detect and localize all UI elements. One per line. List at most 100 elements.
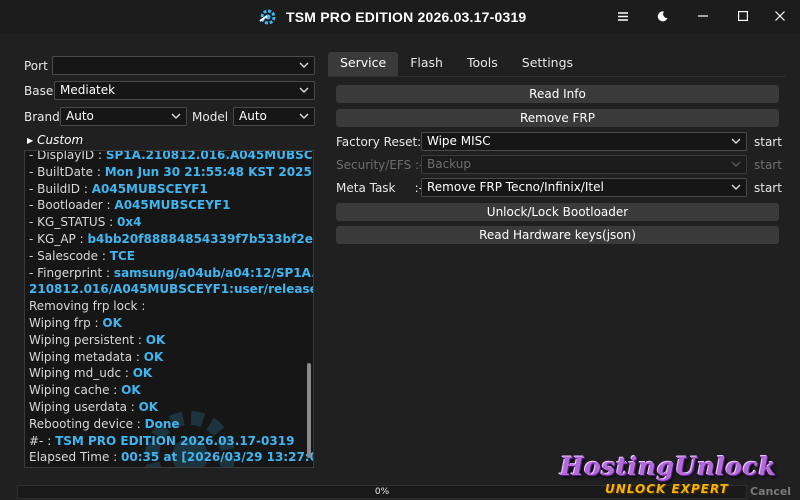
minimize-button[interactable] (690, 5, 716, 27)
factory-reset-select[interactable]: Wipe MISC (421, 132, 747, 151)
minimize-icon (698, 15, 708, 17)
log-line: Wiping userdata : OK (29, 399, 313, 416)
chevron-down-icon (299, 87, 309, 93)
log-line: Wiping cache : OK (29, 382, 313, 399)
log-line: Removing frp lock : (29, 298, 313, 315)
log-line: Wiping metadata : OK (29, 349, 313, 366)
base-value: Mediatek (60, 83, 116, 97)
remove-frp-button[interactable]: Remove FRP (336, 109, 779, 127)
base-label: Base (24, 84, 54, 98)
log-key: - KG_STATUS : (29, 215, 118, 230)
factory-reset-label: Factory Reset:- (336, 135, 426, 149)
security-efs-select[interactable]: Backup (421, 155, 747, 174)
base-select[interactable]: Mediatek (54, 81, 315, 100)
model-value: Auto (239, 109, 267, 123)
log-line: - Salescode : TCE (29, 248, 313, 265)
read-info-button[interactable]: Read Info (336, 85, 779, 103)
security-efs-value: Backup (427, 157, 471, 171)
meta-task-select[interactable]: Remove FRP Tecno/Infinix/Itel (421, 178, 747, 197)
tab-service[interactable]: Service (328, 52, 399, 76)
log-key: Rebooting device : (29, 416, 145, 431)
window-title: TSM PRO EDITION 2026.03.17-0319 (286, 9, 527, 25)
log-value: TSM PRO EDITION 2026.03.17-0319 (55, 433, 295, 448)
log-value: OK (138, 399, 159, 414)
log-line: Elapsed Time : 00:35 at [2026/03/29 13:2… (29, 449, 314, 466)
log-lines: - DisplayID : SP1A.210812.016.A045MUBSCE… (29, 150, 314, 466)
log-value: b4bb20f88884854339f7b533bf2efaed (87, 231, 313, 246)
brand-select[interactable]: Auto (60, 107, 187, 126)
log-value: Done (144, 416, 180, 431)
tab-settings[interactable]: Settings (510, 52, 585, 76)
menu-button[interactable] (610, 5, 636, 27)
custom-label: Custom (37, 133, 84, 147)
log-value: samsung/a04ub/a04:12/SP1A. (113, 265, 314, 280)
log-value: 0x4 (117, 215, 142, 230)
log-line: - Bootloader : A045MUBSCEYF1 (29, 197, 313, 214)
log-key: - Bootloader : (29, 198, 115, 213)
caret-right-icon: ▶ (27, 135, 34, 145)
brand-value: Auto (66, 109, 94, 123)
factory-reset-value: Wipe MISC (427, 134, 491, 148)
log-line: - KG_AP : b4bb20f88884854339f7b533bf2efa… (29, 231, 313, 248)
chevron-down-icon (171, 113, 181, 119)
tab-bar: Service Flash Tools Settings (328, 52, 585, 76)
log-key: - Fingerprint : (29, 265, 114, 280)
log-key: - DisplayID : (29, 150, 106, 162)
log-line: #- : TSM PRO EDITION 2026.03.17-0319 (29, 433, 313, 450)
chevron-down-icon (731, 138, 741, 144)
factory-reset-start[interactable]: start (754, 135, 782, 149)
tab-flash[interactable]: Flash (398, 52, 455, 76)
security-efs-start[interactable]: start (754, 158, 782, 172)
tsm-logo-icon (259, 9, 276, 25)
meta-task-label: Meta Task :- (336, 181, 423, 195)
log-value: OK (102, 315, 122, 330)
hostingunlock-watermark: HostingUnlock UNLOCK EXPERT (560, 452, 790, 498)
meta-task-value: Remove FRP Tecno/Infinix/Itel (427, 180, 604, 194)
log-panel[interactable]: - DisplayID : SP1A.210812.016.A045MUBSCE… (24, 150, 314, 468)
log-value: 00:35 at [2026/03/29 13:27:06] (121, 450, 314, 465)
menu-icon (618, 11, 628, 21)
meta-task-start[interactable]: start (754, 181, 782, 195)
watermark-expert: EXPERT (671, 482, 729, 496)
model-select[interactable]: Auto (233, 107, 315, 126)
log-line: - BuildID : A045MUBSCEYF1 (29, 181, 313, 198)
log-key: Elapsed Time : (29, 450, 121, 465)
log-key: - Salescode : (29, 248, 110, 263)
log-key: Wiping frp : (29, 315, 103, 330)
log-key: - KG_AP : (29, 231, 88, 246)
maximize-icon (738, 11, 748, 21)
unlock-bootloader-button[interactable]: Unlock/Lock Bootloader (336, 203, 779, 221)
model-label: Model (192, 110, 229, 124)
log-line: - DisplayID : SP1A.210812.016.A045MUBSCE… (29, 150, 313, 164)
title-area: TSM PRO EDITION 2026.03.17-0319 (258, 7, 526, 27)
tab-divider (328, 76, 786, 77)
theme-toggle-button[interactable] (649, 5, 675, 27)
port-select[interactable] (52, 56, 315, 75)
moon-icon (657, 10, 667, 21)
log-value: OK (143, 349, 164, 364)
log-line: Wiping md_udc : OK (29, 365, 313, 382)
chevron-down-icon (299, 62, 309, 68)
log-value: Mon Jun 30 21:55:48 KST 2025 (104, 164, 312, 179)
log-value: OK (145, 332, 166, 347)
watermark-unlock: UNLOCK (605, 482, 667, 496)
maximize-button[interactable] (730, 5, 756, 27)
log-value: OK (132, 366, 153, 381)
custom-expander[interactable]: ▶ Custom (27, 133, 83, 147)
tab-tools[interactable]: Tools (455, 52, 510, 76)
log-value: OK (121, 383, 141, 398)
log-line: - BuiltDate : Mon Jun 30 21:55:48 KST 20… (29, 164, 313, 181)
watermark-line2: UNLOCK EXPERT (605, 482, 729, 496)
brand-label: Brand (24, 110, 60, 124)
close-button[interactable] (767, 5, 793, 27)
log-key: - BuildID : (29, 181, 92, 196)
title-bar: TSM PRO EDITION 2026.03.17-0319 (0, 0, 800, 34)
log-line: Wiping frp : OK (29, 315, 313, 332)
chevron-down-icon (299, 113, 309, 119)
read-hardware-keys-button[interactable]: Read Hardware keys(json) (336, 226, 779, 244)
log-value: SP1A.210812.016.A045MUBSCEYF1 (105, 150, 313, 162)
log-line: - KG_STATUS : 0x4 (29, 214, 313, 231)
log-line: 210812.016/A045MUBSCEYF1:user/release-ke… (29, 281, 313, 298)
log-key: Wiping userdata : (29, 399, 139, 414)
log-scrollbar[interactable] (307, 363, 311, 458)
